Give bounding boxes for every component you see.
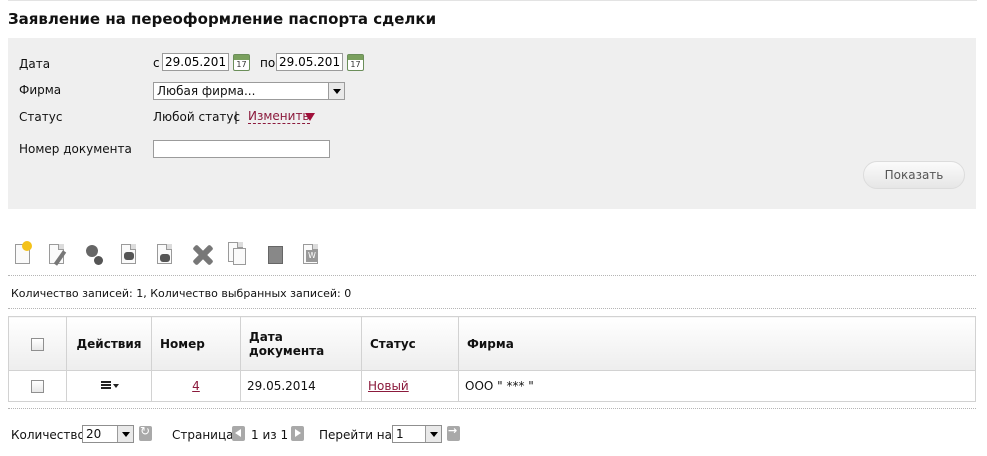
doc-number-input[interactable] — [153, 140, 330, 158]
row-checkbox[interactable] — [31, 380, 44, 393]
table-header-row: Действия Номер Дата документа Статус Фирм… — [8, 316, 976, 371]
row-number-link[interactable]: 4 — [192, 379, 200, 393]
add-user-icon[interactable] — [82, 242, 106, 268]
chevron-down-icon[interactable] — [425, 426, 441, 442]
col-number[interactable]: Номер — [151, 316, 241, 371]
date-label: Дата — [19, 57, 51, 71]
count-select[interactable]: 20 — [82, 425, 134, 443]
menu-icon[interactable] — [101, 381, 119, 390]
firm-select-value: Любая фирма... — [157, 84, 256, 98]
page-info: 1 из 1 — [251, 428, 289, 442]
row-status-cell: Новый — [361, 370, 459, 402]
top-divider — [8, 0, 977, 3]
col-firm[interactable]: Фирма — [458, 316, 976, 371]
chevron-down-icon[interactable] — [328, 83, 344, 99]
calendar-icon[interactable]: 17 — [347, 54, 364, 71]
chevron-down-icon[interactable] — [117, 426, 133, 442]
date-from-input[interactable] — [162, 53, 229, 71]
row-actions-cell — [66, 370, 152, 402]
col-actions[interactable]: Действия — [66, 316, 152, 371]
row-firm-cell: ООО " *** " — [458, 370, 976, 402]
calendar-icon[interactable]: 17 — [233, 54, 250, 71]
goto-label: Перейти на: — [319, 428, 397, 442]
col-date[interactable]: Дата документа — [240, 316, 362, 371]
count-select-value: 20 — [86, 427, 102, 441]
go-arrow-icon[interactable] — [447, 424, 460, 441]
select-all-cell — [8, 316, 67, 371]
row-number-cell: 4 — [151, 370, 241, 402]
row-select-cell — [8, 370, 67, 402]
firm-select[interactable]: Любая фирма... — [153, 82, 345, 100]
goto-select[interactable]: 1 — [392, 425, 442, 443]
row-status-link[interactable]: Новый — [368, 379, 409, 393]
sign-icon[interactable] — [118, 242, 142, 268]
status-value: Любой статус — [153, 110, 241, 124]
refresh-icon[interactable] — [139, 424, 152, 441]
row-date-cell: 29.05.2014 — [240, 370, 362, 402]
documents-table: Действия Номер Дата документа Статус Фирм… — [8, 316, 976, 402]
show-button[interactable]: Показать — [863, 161, 965, 189]
triangle-down-icon[interactable] — [305, 113, 315, 121]
pdf-icon[interactable] — [264, 242, 288, 268]
count-label: Количество: — [11, 428, 89, 442]
page-title: Заявление на переоформление паспорта сде… — [8, 10, 437, 28]
firm-label: Фирма — [19, 83, 62, 97]
page-label: Страница: — [172, 428, 238, 442]
date-to-prefix: по — [260, 56, 276, 70]
new-document-icon[interactable] — [12, 241, 36, 268]
table-row[interactable]: 4 29.05.2014 Новый ООО " *** " — [8, 370, 976, 402]
col-status[interactable]: Статус — [361, 316, 459, 371]
divider — [8, 308, 976, 309]
prev-page-icon[interactable] — [232, 426, 245, 441]
date-to-input[interactable] — [276, 53, 343, 71]
status-label: Статус — [19, 110, 63, 124]
doc-number-label: Номер документа — [19, 142, 132, 156]
status-change-link[interactable]: Изменить — [248, 110, 310, 124]
next-page-icon[interactable] — [291, 426, 304, 441]
filter-panel: Дата с 17 по 17 Фирма Любая фирма... Ста… — [8, 38, 976, 209]
import-icon[interactable] — [154, 242, 178, 268]
date-from-prefix: с — [153, 56, 160, 70]
edit-document-icon[interactable] — [46, 242, 70, 268]
select-all-checkbox[interactable] — [31, 337, 44, 351]
divider — [8, 275, 976, 276]
divider — [8, 408, 976, 409]
records-info: Количество записей: 1, Количество выбран… — [11, 287, 352, 300]
copy-icon[interactable] — [226, 242, 250, 268]
goto-select-value: 1 — [396, 427, 404, 441]
word-icon[interactable]: W — [300, 242, 324, 268]
delete-icon[interactable] — [190, 242, 214, 268]
status-separator: | — [234, 110, 239, 124]
